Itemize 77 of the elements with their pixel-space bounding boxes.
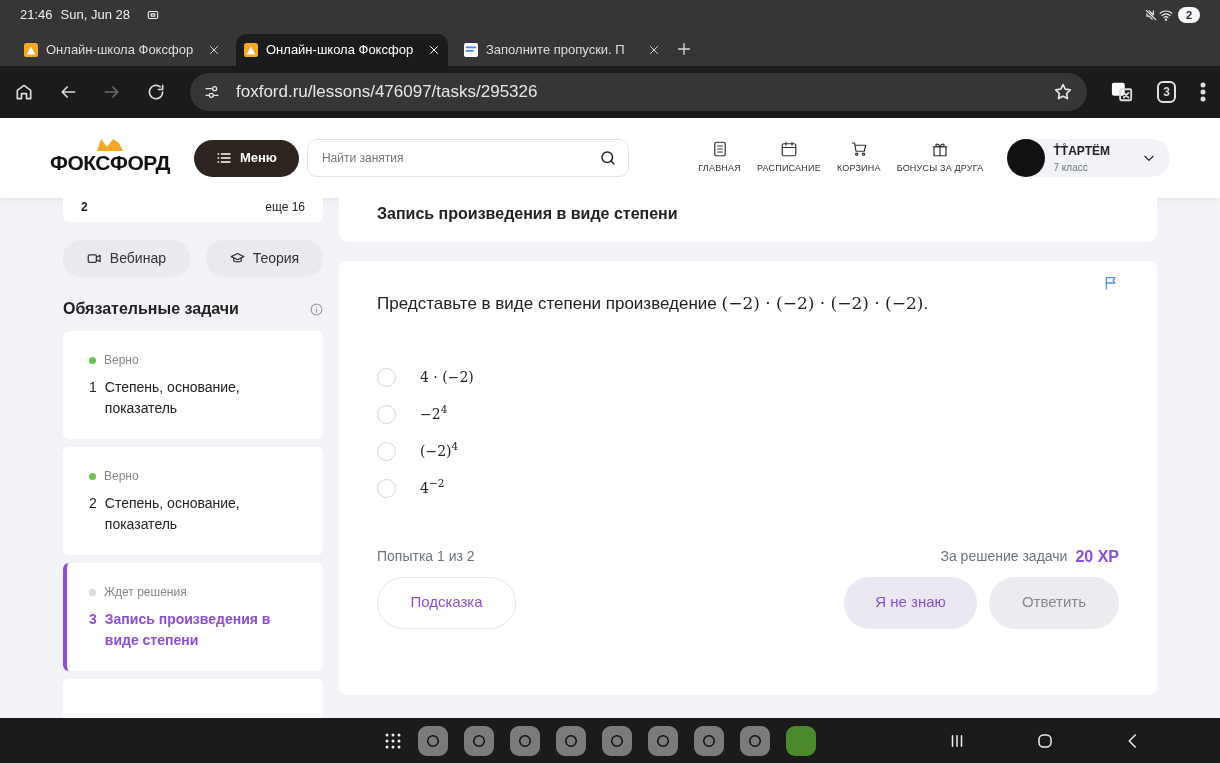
document-icon: [464, 43, 478, 57]
task-title: Степень, основание, показатель: [104, 378, 241, 418]
close-icon[interactable]: [208, 44, 220, 56]
search-icon[interactable]: [598, 149, 617, 167]
task-card[interactable]: Верно 2 Степень, основание, показатель: [63, 447, 323, 555]
profile-grade: 7 класс: [1053, 160, 1089, 175]
section-title: Обязательные задачи: [63, 299, 239, 319]
task-card[interactable]: Верно 1 Степень, основание, показатель: [63, 331, 323, 439]
question-text: Представьте в виде степени произведение (−2) · (−2) · (−2) · (−2).: [377, 292, 930, 315]
task-status: Верно: [104, 468, 139, 485]
menu-button[interactable]: Меню: [193, 139, 299, 177]
nav-link[interactable]: ГЛАВНАЯ: [698, 140, 741, 176]
answer-option[interactable]: 4 · (−2): [377, 366, 1119, 388]
cart-icon: [849, 140, 868, 159]
more-count: еще 16: [265, 199, 305, 216]
browser-tab[interactable]: Онлайн-школа Фоксфор: [16, 34, 228, 66]
task-status: Верно: [104, 352, 139, 369]
answer-option[interactable]: 4$^{−2}$: [377, 477, 1119, 499]
notification-badge: 2: [1177, 6, 1200, 24]
profile-name: T̊T̊АРТЁМ: [1053, 142, 1110, 160]
reward-label: За решение задачи: [940, 547, 1068, 566]
option-text: (−2)$^{4}$: [420, 440, 459, 461]
profile-menu[interactable]: T̊T̊АРТЁМ 7 класс: [1007, 139, 1170, 177]
answer-option[interactable]: (−2)$^{4}$: [377, 440, 1119, 462]
fox-ears-icon: [94, 137, 125, 152]
new-tab-icon[interactable]: [676, 41, 692, 57]
hint-button[interactable]: Подсказка: [377, 576, 516, 629]
task-number: 1: [89, 378, 97, 397]
task-number: 2: [89, 494, 97, 513]
theory-button[interactable]: Теория: [205, 240, 323, 277]
menu-icon: [215, 150, 232, 166]
site-logo[interactable]: ФОКСФОРД: [50, 147, 170, 179]
status-date: Sun, Jun 28: [60, 6, 130, 25]
address-bar[interactable]: foxford.ru/lessons/476097/tasks/295326: [190, 73, 1088, 111]
translate-icon[interactable]: [1111, 81, 1134, 103]
progress-count: 2: [81, 199, 88, 216]
video-button[interactable]: Вебинар: [63, 240, 190, 277]
screenshot-icon: [145, 8, 160, 22]
task-title: Запись произведения в виде степени: [104, 610, 272, 650]
task-card[interactable]: Ждет решения 3 Запись произведения в виде степени: [63, 563, 323, 671]
option-text: −2$^{4}$: [420, 403, 448, 424]
close-icon[interactable]: [428, 44, 440, 56]
task-number: 3: [89, 610, 97, 629]
option-text: 4 · (−2): [420, 367, 474, 387]
task-status: Ждет решения: [104, 584, 187, 601]
star-icon[interactable]: [1053, 82, 1074, 102]
task-title: Степень, основание, показатель: [104, 494, 241, 534]
nav-link[interactable]: БОНУСЫ ЗА ДРУГА: [896, 140, 984, 176]
close-icon[interactable]: [648, 44, 660, 56]
browser-tab[interactable]: Заполните пропуски. П: [456, 34, 668, 66]
more-icon[interactable]: [1200, 82, 1206, 102]
tab-count[interactable]: 3: [1157, 81, 1176, 103]
browser-tab[interactable]: Онлайн-школа Фоксфор: [236, 34, 448, 66]
option-text: 4$^{−2}$: [420, 477, 445, 498]
calendar-icon: [779, 140, 798, 159]
avatar: [1007, 139, 1046, 177]
mute-icon: [1143, 8, 1158, 22]
wifi-icon: [1157, 8, 1174, 22]
video-camera-icon: [86, 251, 102, 266]
reward-value: 20 XP: [1075, 546, 1119, 567]
flag-icon[interactable]: [1103, 275, 1119, 291]
status-time: 21:46: [20, 6, 53, 25]
nav-link[interactable]: КОРЗИНА: [836, 140, 881, 176]
dont-know-button[interactable]: Я не знаю: [844, 576, 977, 629]
url-text: foxford.ru/lessons/476097/tasks/295326: [236, 81, 539, 104]
home-button-icon[interactable]: [1036, 731, 1054, 750]
reload-icon[interactable]: [146, 82, 166, 102]
home-icon[interactable]: [14, 82, 34, 102]
task-header-title: Запись произведения в виде степени: [377, 204, 678, 224]
attempt-text: Попытка 1 из 2: [377, 547, 475, 566]
app-grid-icon[interactable]: [384, 731, 402, 750]
nav-link[interactable]: РАСПИСАНИЕ: [756, 140, 821, 176]
info-icon: [310, 302, 323, 316]
search-field[interactable]: Найти занятия: [306, 139, 629, 177]
site-settings-icon[interactable]: [204, 84, 220, 100]
graduation-cap-icon: [229, 251, 245, 266]
answer-option[interactable]: −2$^{4}$: [377, 403, 1119, 425]
